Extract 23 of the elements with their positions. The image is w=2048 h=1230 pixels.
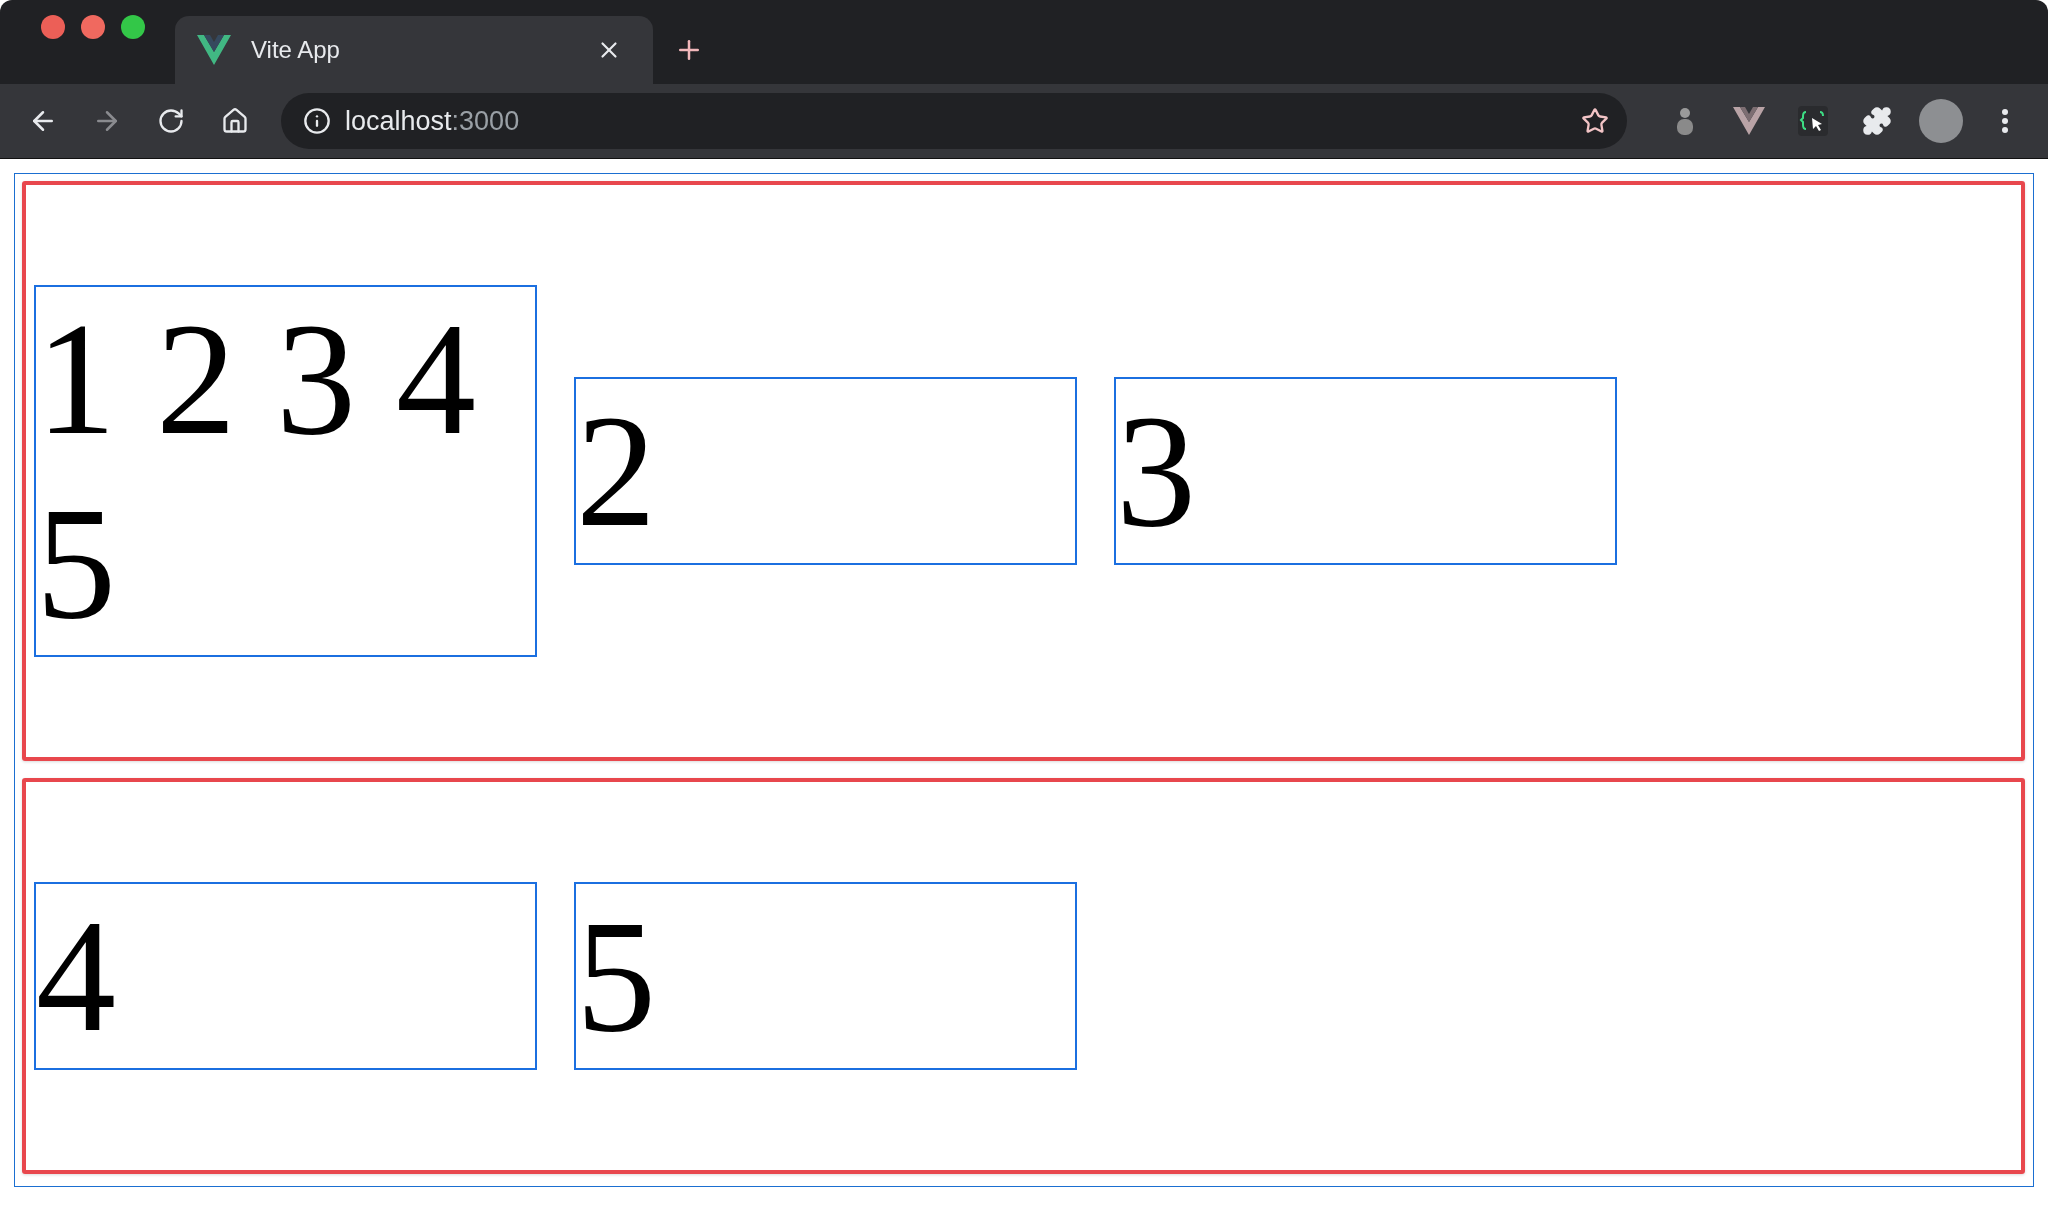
- close-window-button[interactable]: [41, 15, 65, 39]
- v-logo-icon: [197, 35, 231, 65]
- brackets-cursor-icon: [1798, 106, 1828, 136]
- url-text: localhost:3000: [345, 105, 521, 137]
- profile-avatar[interactable]: [1919, 99, 1963, 143]
- tab-title: Vite App: [251, 36, 341, 64]
- browser-tab[interactable]: Vite App: [175, 16, 653, 84]
- reload-icon: [157, 107, 185, 135]
- home-icon: [221, 107, 249, 135]
- menu-icon: [2002, 109, 2008, 133]
- flex-item: 4: [34, 882, 537, 1070]
- flex-item: 3: [1114, 377, 1617, 565]
- flex-item: 1 2 3 4 5: [34, 285, 537, 657]
- flex-item: 5: [574, 882, 1077, 1070]
- puzzle-icon: [1862, 106, 1892, 136]
- info-icon: [303, 107, 331, 135]
- address-bar[interactable]: localhost:3000: [281, 93, 1627, 149]
- flex-item: 2: [574, 377, 1077, 565]
- star-icon[interactable]: [1581, 107, 1609, 135]
- zoom-window-button[interactable]: [121, 15, 145, 39]
- v-logo-icon: [1733, 107, 1765, 135]
- minimize-window-button[interactable]: [81, 15, 105, 39]
- figure-icon: [1675, 107, 1695, 135]
